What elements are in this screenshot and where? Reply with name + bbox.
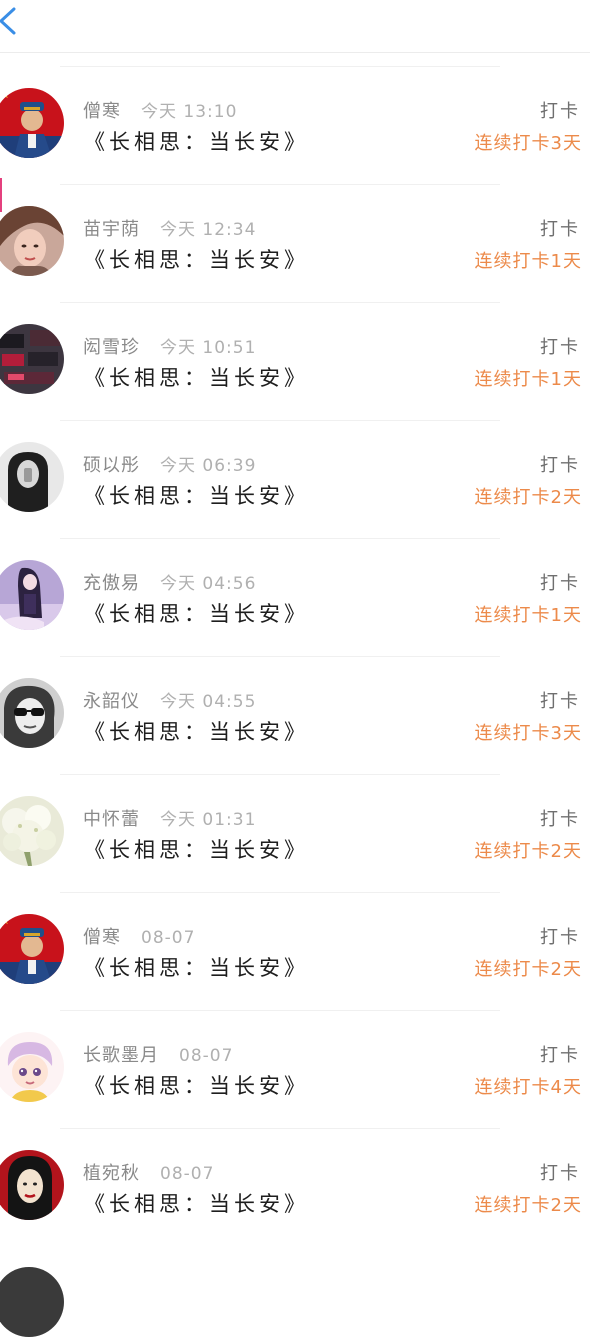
checkin-time: 08-07: [160, 1164, 215, 1184]
user-name[interactable]: 硕以彤: [83, 455, 140, 476]
checkin-action[interactable]: 打卡: [540, 1041, 580, 1067]
streak-badge: 连续打卡1天: [474, 251, 582, 272]
mirror-selfie-avatar[interactable]: [0, 442, 64, 512]
list-item[interactable]: 硕以彤 今天 06:39 《长相思：当长安》 打卡 连续打卡2天: [0, 420, 590, 538]
row-divider: [60, 66, 500, 67]
book-title[interactable]: 《长相思：当长安》: [84, 1188, 309, 1218]
book-title[interactable]: 《长相思：当长安》: [84, 952, 309, 982]
checkin-time: 今天 06:39: [160, 456, 257, 476]
checkin-action[interactable]: 打卡: [540, 805, 580, 831]
checkin-time: 今天 10:51: [160, 338, 257, 358]
list-item[interactable]: 僧寒 08-07 《长相思：当长安》 打卡 连续打卡2天: [0, 892, 590, 1010]
user-name[interactable]: 苗宇荫: [83, 219, 140, 240]
chevron-left-icon: [0, 7, 16, 35]
user-name[interactable]: 中怀蕾: [83, 809, 140, 830]
back-button[interactable]: [0, 4, 24, 38]
streak-badge: 连续打卡3天: [474, 723, 582, 744]
banner-photo-avatar[interactable]: [0, 324, 64, 394]
row-divider: [60, 774, 500, 775]
list-item[interactable]: 充傲易 今天 04:56 《长相思：当长安》 打卡 连续打卡1天: [0, 538, 590, 656]
row-divider: [60, 538, 500, 539]
list-item[interactable]: 永韶仪 今天 04:55 《长相思：当长安》 打卡 连续打卡3天: [0, 656, 590, 774]
cartoon-boy-avatar[interactable]: [0, 1032, 64, 1102]
meta-line: 植宛秋 08-07: [83, 1159, 214, 1185]
list-item[interactable]: 长歌墨月 08-07 《长相思：当长安》 打卡 连续打卡4天: [0, 1010, 590, 1128]
checkin-action[interactable]: 打卡: [540, 215, 580, 241]
user-name[interactable]: 植宛秋: [83, 1163, 140, 1184]
user-name[interactable]: 僧寒: [83, 927, 121, 948]
anime-girl-avatar[interactable]: [0, 560, 64, 630]
user-name[interactable]: 闳雪珍: [83, 337, 140, 358]
streak-badge: 连续打卡1天: [474, 605, 582, 626]
partial-avatar[interactable]: [0, 1267, 64, 1337]
list-item[interactable]: 植宛秋 08-07 《长相思：当长安》 打卡 连续打卡2天: [0, 1128, 590, 1246]
checkin-time: 今天 04:55: [160, 692, 257, 712]
meta-line: 永韶仪 今天 04:55: [83, 687, 256, 713]
streak-badge: 连续打卡1天: [474, 369, 582, 390]
book-title[interactable]: 《长相思：当长安》: [84, 362, 309, 392]
checkin-list: 僧寒 今天 13:10 《长相思：当长安》 打卡 连续打卡3天 苗宇荫 今天 12:…: [0, 66, 590, 1246]
sunglasses-avatar[interactable]: [0, 678, 64, 748]
streak-badge: 连续打卡2天: [474, 487, 582, 508]
checkin-action[interactable]: 打卡: [540, 923, 580, 949]
checkin-action[interactable]: 打卡: [540, 1159, 580, 1185]
row-divider: [60, 420, 500, 421]
checkin-action[interactable]: 打卡: [540, 333, 580, 359]
meta-line: 苗宇荫 今天 12:34: [83, 215, 256, 241]
row-divider: [60, 1010, 500, 1011]
book-title[interactable]: 《长相思：当长安》: [84, 598, 309, 628]
checkin-time: 今天 12:34: [160, 220, 257, 240]
streak-badge: 连续打卡3天: [474, 133, 582, 154]
soldier-avatar[interactable]: [0, 88, 64, 158]
streak-badge: 连续打卡2天: [474, 841, 582, 862]
row-divider: [60, 656, 500, 657]
checkin-time: 今天 13:10: [141, 102, 238, 122]
checkin-time: 今天 04:56: [160, 574, 257, 594]
flowers-avatar[interactable]: [0, 796, 64, 866]
list-item[interactable]: 僧寒 今天 13:10 《长相思：当长安》 打卡 连续打卡3天: [0, 66, 590, 184]
list-item[interactable]: 中怀蕾 今天 01:31 《长相思：当长安》 打卡 连续打卡2天: [0, 774, 590, 892]
book-title[interactable]: 《长相思：当长安》: [84, 126, 309, 156]
book-title[interactable]: 《长相思：当长安》: [84, 716, 309, 746]
book-title[interactable]: 《长相思：当长安》: [84, 480, 309, 510]
book-title[interactable]: 《长相思：当长安》: [84, 244, 309, 274]
row-divider: [60, 302, 500, 303]
woman-portrait-avatar[interactable]: [0, 206, 64, 276]
meta-line: 僧寒 08-07: [83, 923, 195, 949]
checkin-action[interactable]: 打卡: [540, 687, 580, 713]
list-item[interactable]: 闳雪珍 今天 10:51 《长相思：当长安》 打卡 连续打卡1天: [0, 302, 590, 420]
streak-badge: 连续打卡2天: [474, 959, 582, 980]
checkin-time: 08-07: [141, 928, 196, 948]
book-title[interactable]: 《长相思：当长安》: [84, 834, 309, 864]
meta-line: 闳雪珍 今天 10:51: [83, 333, 256, 359]
user-name[interactable]: 长歌墨月: [83, 1045, 159, 1066]
row-divider: [60, 184, 500, 185]
streak-badge: 连续打卡4天: [474, 1077, 582, 1098]
illustrated-woman-avatar[interactable]: [0, 1150, 64, 1220]
row-divider: [60, 1128, 500, 1129]
streak-badge: 连续打卡2天: [474, 1195, 582, 1216]
meta-line: 中怀蕾 今天 01:31: [83, 805, 256, 831]
meta-line: 长歌墨月 08-07: [83, 1041, 233, 1067]
user-name[interactable]: 永韶仪: [83, 691, 140, 712]
soldier-avatar[interactable]: [0, 914, 64, 984]
meta-line: 僧寒 今天 13:10: [83, 97, 237, 123]
user-name[interactable]: 充傲易: [83, 573, 140, 594]
checkin-action[interactable]: 打卡: [540, 451, 580, 477]
meta-line: 硕以彤 今天 06:39: [83, 451, 256, 477]
checkin-action[interactable]: 打卡: [540, 569, 580, 595]
book-title[interactable]: 《长相思：当长安》: [84, 1070, 309, 1100]
row-divider: [60, 892, 500, 893]
user-name[interactable]: 僧寒: [83, 101, 121, 122]
top-bar: [0, 0, 590, 53]
checkin-action[interactable]: 打卡: [540, 97, 580, 123]
checkin-time: 今天 01:31: [160, 810, 257, 830]
list-item[interactable]: 苗宇荫 今天 12:34 《长相思：当长安》 打卡 连续打卡1天: [0, 184, 590, 302]
checkin-time: 08-07: [179, 1046, 234, 1066]
meta-line: 充傲易 今天 04:56: [83, 569, 256, 595]
